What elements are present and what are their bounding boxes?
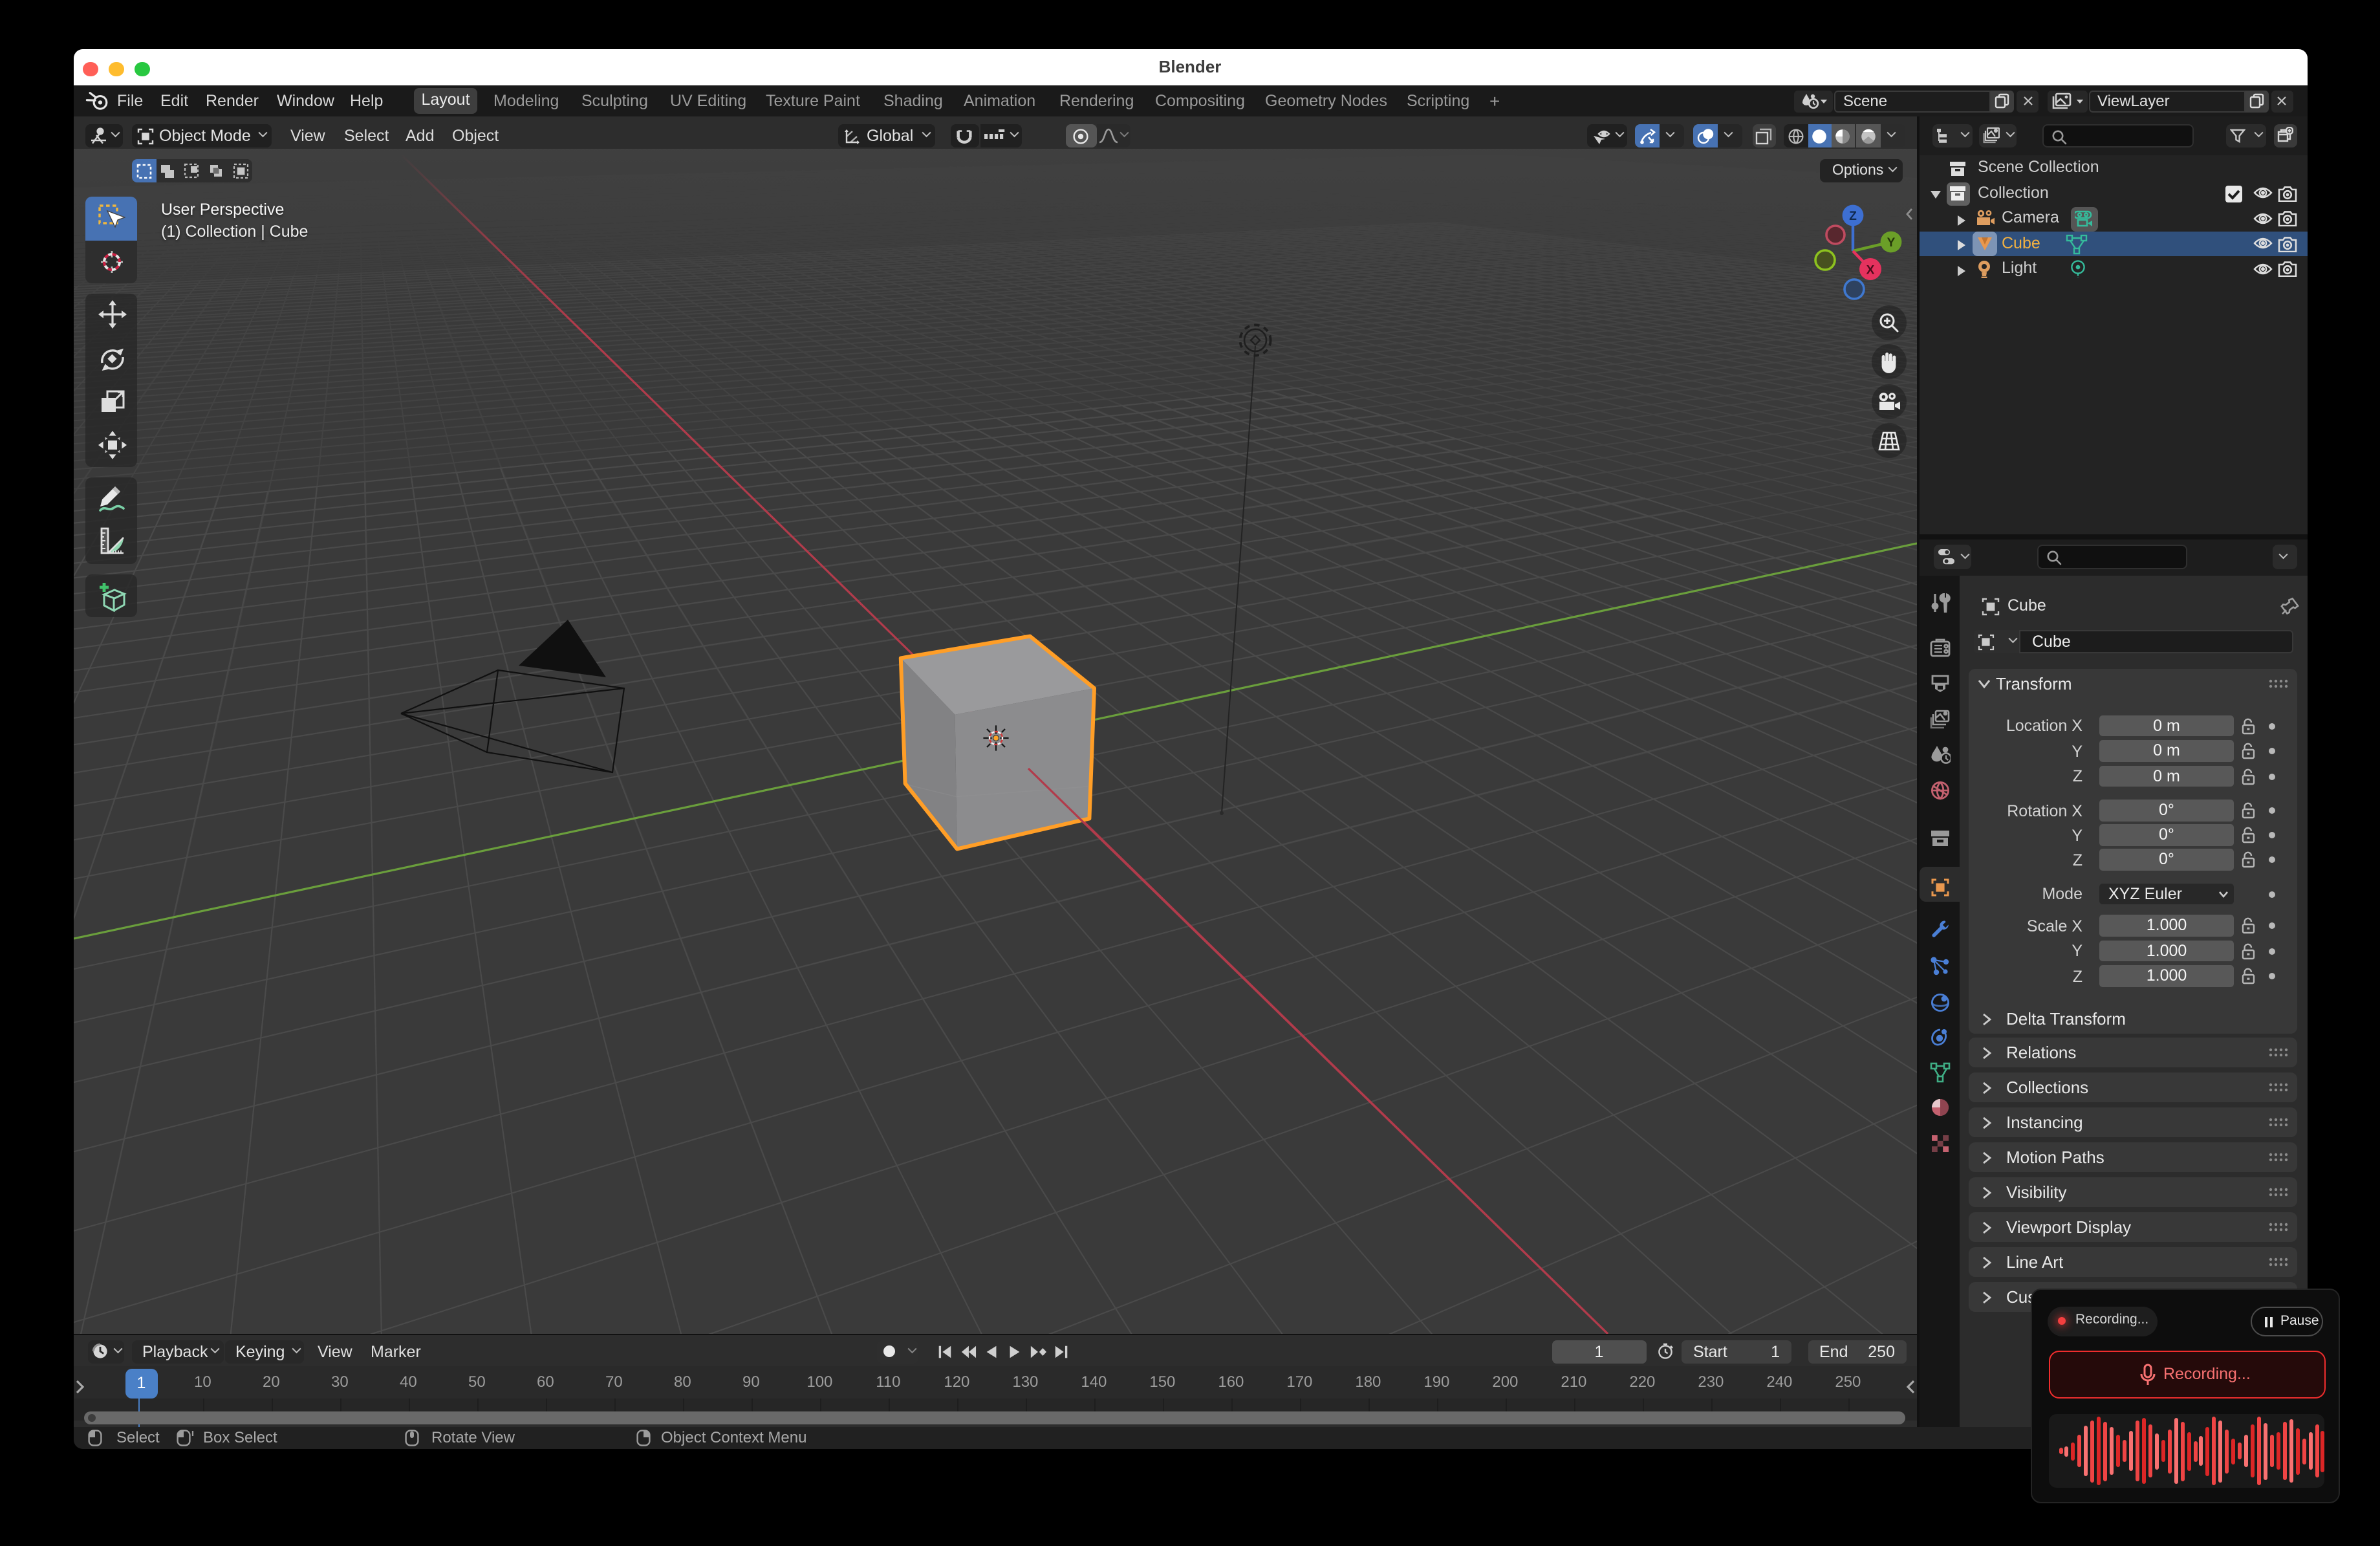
svg-text:Y: Y [1887,236,1895,250]
svg-text:X: X [1866,263,1874,277]
svg-text:Z: Z [1848,210,1856,223]
